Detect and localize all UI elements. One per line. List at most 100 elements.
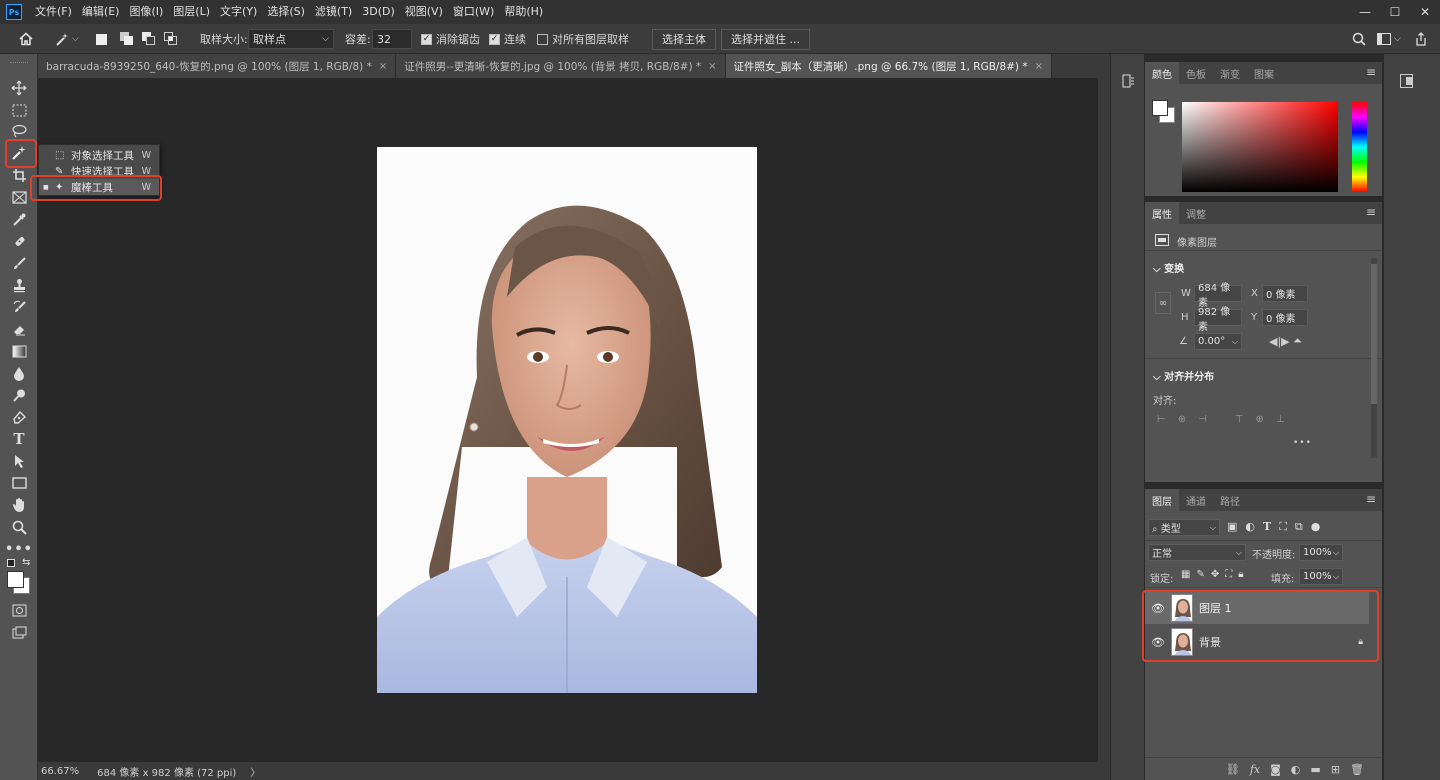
tab-paths[interactable]: 路径 (1213, 489, 1247, 511)
align-left-icon[interactable]: ⊢ (1157, 414, 1166, 425)
zoom-level[interactable]: 66.67% (41, 766, 79, 777)
tab-close-icon[interactable]: × (708, 61, 716, 72)
pen-icon[interactable] (8, 407, 30, 427)
menu-item[interactable]: 滤镜(T) (310, 0, 357, 24)
hand-tool-icon[interactable] (8, 495, 30, 515)
workspace-icon[interactable]: ⌵ (1377, 24, 1401, 54)
document-tab[interactable]: barracuda-8939250_640-恢复的.png @ 100% (图层… (38, 54, 397, 78)
screen-mode-icon[interactable] (8, 622, 30, 642)
anti-alias-checkbox[interactable]: ✓ 消除锯齿 (421, 24, 480, 54)
rectangle-tool-icon[interactable] (8, 473, 30, 493)
tolerance-input[interactable]: 32 (372, 29, 412, 49)
opacity-input[interactable]: 100% ⌵ (1299, 544, 1343, 561)
foreground-color-chip[interactable] (1152, 100, 1168, 116)
history-panel-icon[interactable] (1122, 74, 1135, 88)
zoom-tool-icon[interactable] (8, 517, 30, 537)
tab-close-icon[interactable]: × (1035, 61, 1043, 72)
healing-brush-icon[interactable] (8, 231, 30, 251)
swap-colors-icon[interactable]: ⇆ (22, 557, 30, 568)
quick-mask-icon[interactable] (8, 600, 30, 620)
subtract-from-selection-icon[interactable] (142, 24, 156, 54)
new-selection-icon[interactable] (96, 24, 107, 54)
document-tab[interactable]: 证件照男--更清晰-恢复的.jpg @ 100% (背景 拷贝, RGB/8#)… (396, 54, 726, 78)
align-right-icon[interactable]: ⊣ (1198, 414, 1207, 425)
flip-vertical-icon[interactable]: ⏶ (1293, 334, 1302, 348)
lock-artboard-icon[interactable]: ⛶ (1225, 569, 1232, 580)
search-icon[interactable] (1352, 24, 1366, 54)
learn-panel-icon[interactable] (1400, 74, 1413, 88)
lasso-icon[interactable] (8, 121, 30, 141)
menu-item[interactable]: 选择(S) (262, 0, 310, 24)
eyedropper-icon[interactable] (8, 209, 30, 229)
tab-channels[interactable]: 通道 (1179, 489, 1213, 511)
delete-layer-icon[interactable]: 🗑︎ (1350, 763, 1364, 776)
y-input[interactable]: 0 像素 (1262, 309, 1308, 326)
document-tab-active[interactable]: 证件照女_副本（更清晰）.png @ 66.7% (图层 1, RGB/8#) … (725, 54, 1053, 78)
intersect-selection-icon[interactable] (164, 24, 178, 54)
add-mask-icon[interactable]: ◙ (1270, 763, 1281, 776)
move-tool-icon[interactable] (8, 78, 30, 98)
contiguous-checkbox[interactable]: ✓ 连续 (489, 24, 526, 54)
more-options-icon[interactable]: ••• (1293, 438, 1312, 448)
menu-item[interactable]: 帮助(H) (499, 0, 548, 24)
transform-section-header[interactable]: ⌵ 变换 (1153, 260, 1184, 275)
tab-swatches[interactable]: 色板 (1179, 62, 1213, 84)
menu-item[interactable]: 文字(Y) (215, 0, 262, 24)
gradient-icon[interactable] (8, 341, 30, 361)
eraser-icon[interactable] (8, 319, 30, 339)
tab-layers[interactable]: 图层 (1145, 489, 1179, 511)
brush-icon[interactable] (8, 253, 30, 273)
adjustment-filter-icon[interactable]: ◐ (1245, 520, 1255, 534)
menu-item[interactable]: 图层(L) (168, 0, 215, 24)
share-icon[interactable] (1414, 24, 1428, 54)
dodge-icon[interactable] (8, 385, 30, 405)
document-image[interactable] (377, 147, 757, 693)
restore-icon[interactable]: ☐ (1380, 0, 1410, 24)
tab-patterns[interactable]: 图案 (1247, 62, 1281, 84)
sample-size-select[interactable]: 取样点 ⌵ (248, 29, 334, 49)
path-selection-icon[interactable] (8, 451, 30, 471)
menu-item[interactable]: 编辑(E) (77, 0, 125, 24)
rectangle-marquee-icon[interactable] (8, 100, 30, 120)
frame-tool-icon[interactable] (8, 187, 30, 207)
default-colors-icon[interactable] (7, 559, 15, 567)
smart-object-filter-icon[interactable]: ⧉ (1295, 520, 1303, 534)
foreground-color-swatch[interactable] (7, 571, 24, 588)
clone-stamp-icon[interactable] (8, 275, 30, 295)
status-menu-arrow-icon[interactable]: 〉 (250, 764, 260, 779)
object-selection-tool-item[interactable]: ⬚ 对象选择工具 W (39, 147, 159, 163)
new-layer-icon[interactable]: ⊞ (1331, 763, 1340, 776)
add-to-selection-icon[interactable] (120, 24, 134, 54)
x-input[interactable]: 0 像素 (1262, 285, 1308, 302)
canvas-scrollbar[interactable] (1098, 78, 1110, 762)
adjustment-layer-icon[interactable]: ◐ (1291, 763, 1301, 776)
close-icon[interactable]: ✕ (1410, 0, 1440, 24)
lock-transparent-icon[interactable]: ▦ (1181, 569, 1190, 580)
sample-all-layers-checkbox[interactable]: 对所有图层取样 (537, 24, 629, 54)
blur-icon[interactable] (8, 363, 30, 383)
align-middle-v-icon[interactable]: ⊕ (1256, 414, 1264, 425)
blend-mode-select[interactable]: 正常 ⌵ (1148, 544, 1246, 561)
panel-menu-icon[interactable]: ≡ (1366, 492, 1376, 506)
type-filter-icon[interactable]: T (1263, 520, 1271, 534)
menu-item[interactable]: 文件(F) (30, 0, 77, 24)
menu-item[interactable]: 图像(I) (124, 0, 168, 24)
lock-all-icon[interactable]: 🔒︎ (1238, 569, 1243, 580)
tool-preset-picker[interactable]: ⌵ (54, 24, 79, 54)
tab-gradients[interactable]: 渐变 (1213, 62, 1247, 84)
tab-color[interactable]: 颜色 (1145, 62, 1179, 84)
panel-menu-icon[interactable]: ≡ (1366, 205, 1376, 219)
select-and-mask-button[interactable]: 选择并遮住 ... (721, 28, 810, 50)
lock-image-icon[interactable]: ✎ (1196, 569, 1204, 580)
color-field[interactable] (1182, 102, 1338, 192)
link-icon[interactable]: ∞ (1155, 292, 1171, 314)
fill-input[interactable]: 100% ⌵ (1299, 568, 1343, 585)
hue-slider[interactable] (1352, 102, 1367, 192)
link-layers-icon[interactable]: ⛓︎ (1226, 763, 1240, 776)
height-input[interactable]: 982 像素 (1194, 307, 1242, 333)
lock-position-icon[interactable]: ✥ (1211, 569, 1219, 580)
new-group-icon[interactable]: ▬ (1310, 763, 1320, 776)
filter-toggle-icon[interactable]: ● (1311, 520, 1321, 534)
align-center-h-icon[interactable]: ⊕ (1178, 414, 1186, 425)
align-bottom-icon[interactable]: ⊥ (1276, 414, 1285, 425)
